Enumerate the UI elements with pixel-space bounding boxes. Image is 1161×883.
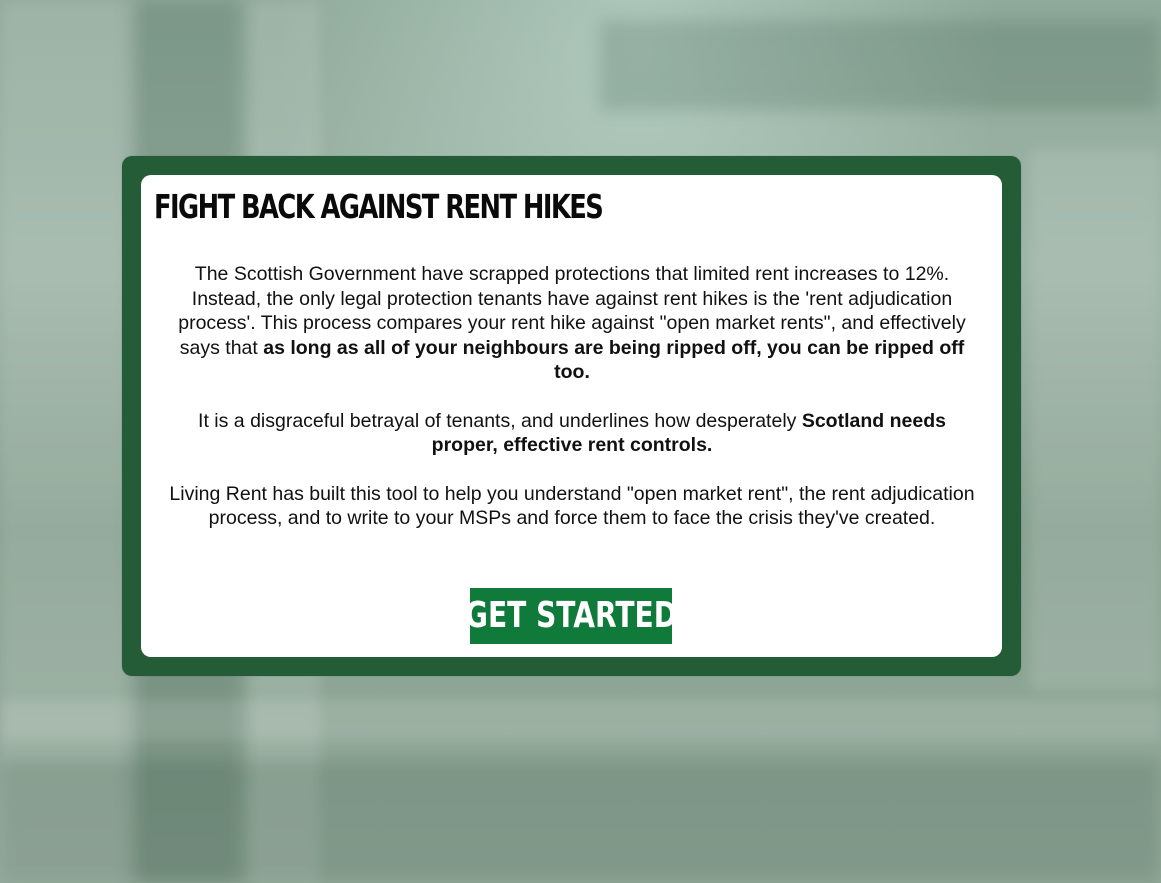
- modal-body: The Scottish Government have scrapped pr…: [167, 262, 977, 555]
- get-started-label: GET STARTED: [464, 595, 678, 636]
- intro-paragraph-2-text: It is a disgraceful betrayal of tenants,…: [198, 409, 802, 432]
- intro-paragraph-1: The Scottish Government have scrapped pr…: [167, 262, 977, 385]
- get-started-button[interactable]: GET STARTED: [465, 588, 677, 644]
- intro-paragraph-2: It is a disgraceful betrayal of tenants,…: [167, 409, 977, 458]
- intro-modal-frame: FIGHT BACK AGAINST RENT HIKES The Scotti…: [122, 156, 1021, 676]
- intro-paragraph-3: Living Rent has built this tool to help …: [167, 482, 977, 531]
- modal-title: FIGHT BACK AGAINST RENT HIKES: [154, 187, 604, 226]
- intro-modal-card: FIGHT BACK AGAINST RENT HIKES The Scotti…: [141, 175, 1002, 657]
- intro-paragraph-3-text: Living Rent has built this tool to help …: [169, 482, 975, 530]
- intro-paragraph-1-emphasis: as long as all of your neighbours are be…: [263, 336, 965, 384]
